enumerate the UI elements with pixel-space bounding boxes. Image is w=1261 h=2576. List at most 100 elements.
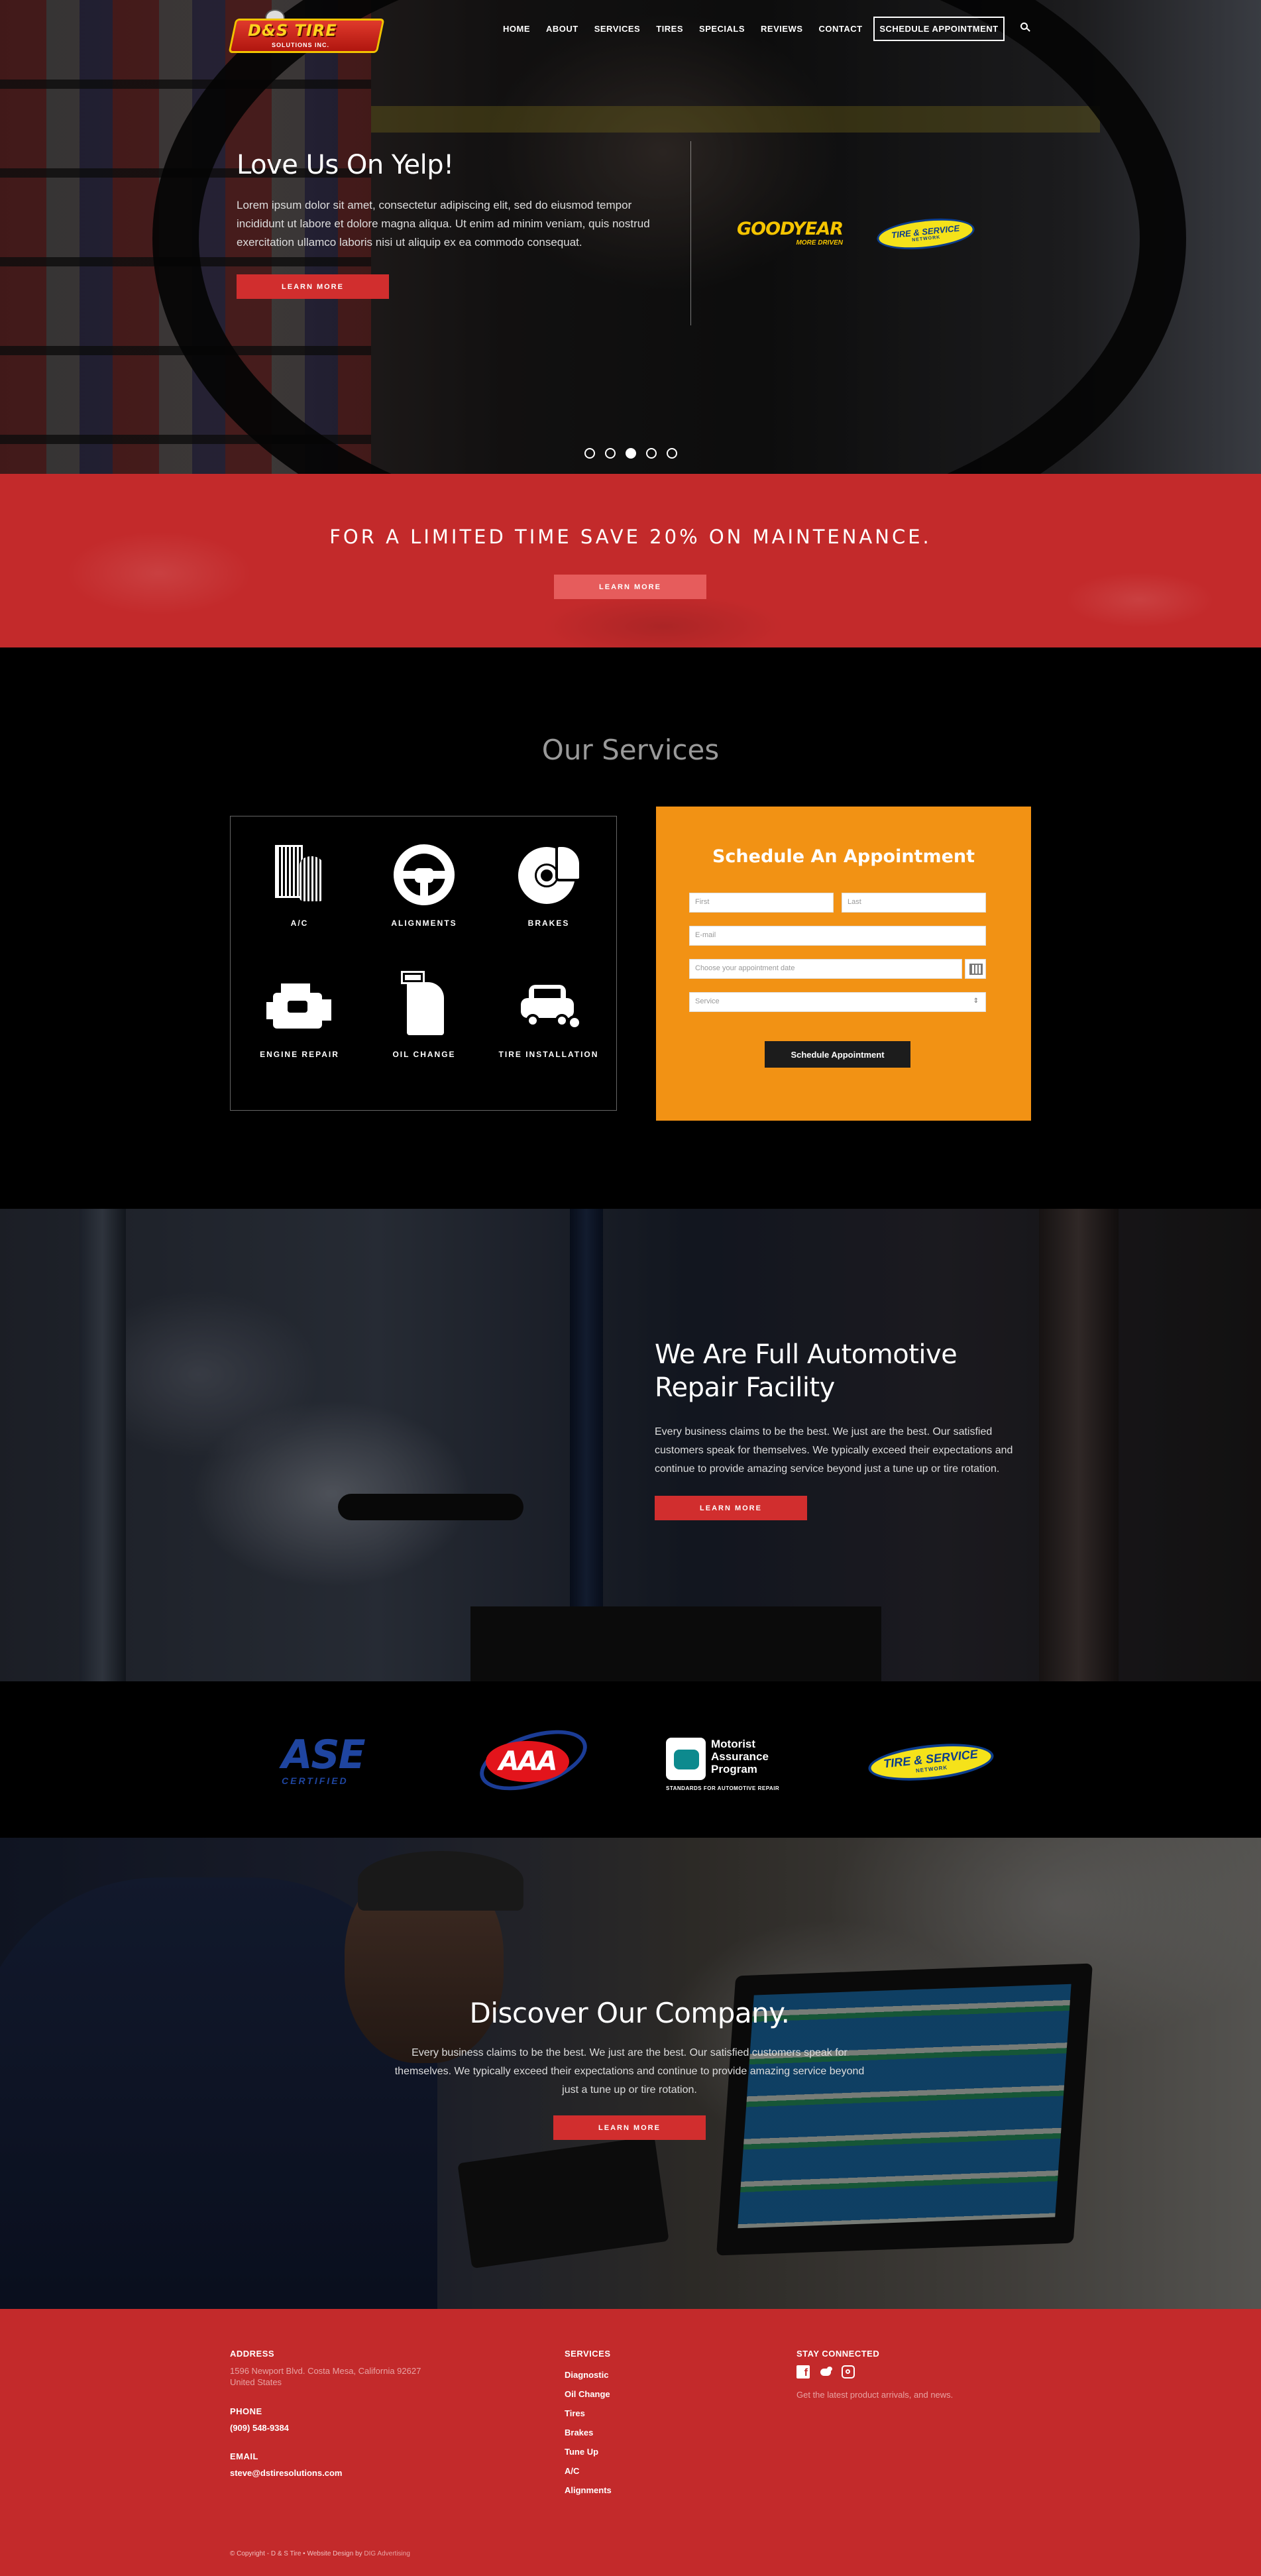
address-line: 1596 Newport Blvd. Costa Mesa, Californi… bbox=[230, 2366, 421, 2376]
email-field[interactable]: E-mail bbox=[689, 926, 986, 946]
service-select-value: Service bbox=[695, 997, 720, 1005]
email-link[interactable]: steve@dstiresolutions.com bbox=[230, 2468, 495, 2478]
car-tire-icon bbox=[516, 973, 582, 1039]
nav-item-reviews[interactable]: REVIEWS bbox=[753, 24, 810, 34]
schedule-appointment-submit[interactable]: Schedule Appointment bbox=[765, 1041, 910, 1068]
services-section: Our Services A/C ALIGNMENTS BRAKES ENGIN… bbox=[0, 647, 1261, 1209]
hero-section: D&S TIRE SOLUTIONS INC. HOME ABOUT SERVI… bbox=[0, 0, 1261, 474]
footer-connect-column: STAY CONNECTED f Get the latest product … bbox=[796, 2349, 1035, 2400]
aaa-oval: AAA bbox=[486, 1741, 569, 1782]
instagram-icon[interactable] bbox=[842, 2365, 855, 2379]
service-label: ALIGNMENTS bbox=[391, 919, 457, 928]
nav-item-services[interactable]: SERVICES bbox=[586, 24, 649, 34]
service-label: BRAKES bbox=[527, 919, 570, 928]
facility-overlay bbox=[0, 1209, 1261, 1681]
facility-text: Every business claims to be the best. We… bbox=[655, 1426, 1013, 1475]
social-links: f bbox=[796, 2365, 1035, 2379]
service-label: ENGINE REPAIR bbox=[260, 1050, 339, 1059]
discover-section: Discover Our Company. Every business cla… bbox=[0, 1838, 1261, 2309]
brake-disc-icon bbox=[516, 842, 582, 908]
promo-background bbox=[0, 474, 1261, 647]
discover-learn-more-button[interactable]: LEARN MORE bbox=[553, 2115, 706, 2140]
footer-link-brakes[interactable]: Brakes bbox=[565, 2423, 763, 2442]
promo-learn-more-button[interactable]: LEARN MORE bbox=[554, 575, 706, 599]
designer-link[interactable]: DIG Advertising bbox=[364, 2550, 410, 2557]
tire-service-network-logo: TIRE & SERVICE NETWORK bbox=[866, 1738, 996, 1786]
service-label: TIRE INSTALLATION bbox=[498, 1050, 599, 1059]
services-grid: A/C ALIGNMENTS BRAKES ENGINE REPAIR OIL … bbox=[230, 816, 617, 1111]
address-country: United States bbox=[230, 2377, 282, 2387]
footer-link-tune-up[interactable]: Tune Up bbox=[565, 2442, 763, 2461]
discover-title: Discover Our Company. bbox=[469, 1997, 790, 2029]
facility-learn-more-button[interactable]: LEARN MORE bbox=[655, 1496, 807, 1520]
site-logo[interactable]: D&S TIRE SOLUTIONS INC. bbox=[228, 9, 385, 57]
select-caret-icon: ⇕ bbox=[973, 997, 979, 1005]
aaa-logo: AAA bbox=[472, 1718, 594, 1803]
discover-content: Discover Our Company. Every business cla… bbox=[391, 1997, 868, 2140]
footer-link-oil-change[interactable]: Oil Change bbox=[565, 2384, 763, 2404]
service-select[interactable]: Service ⇕ bbox=[689, 992, 986, 1012]
phone-heading: PHONE bbox=[230, 2406, 262, 2416]
oil-can-icon bbox=[391, 971, 457, 1039]
facebook-icon[interactable]: f bbox=[796, 2365, 810, 2379]
first-name-field[interactable]: First bbox=[689, 893, 834, 913]
map-logo-line: Assurance bbox=[711, 1750, 769, 1763]
goodyear-logo: GOODYEAR MORE DRIVEN bbox=[737, 219, 863, 249]
footer-link-tires[interactable]: Tires bbox=[565, 2404, 763, 2423]
appointment-form: Schedule An Appointment First Last E-mai… bbox=[656, 807, 1031, 1121]
service-label: A/C bbox=[290, 919, 309, 928]
slider-dot-active[interactable] bbox=[626, 448, 636, 459]
slider-pagination bbox=[584, 448, 677, 459]
footer-link-alignments[interactable]: Alignments bbox=[565, 2481, 763, 2500]
last-name-field[interactable]: Last bbox=[842, 893, 986, 913]
discover-text: Every business claims to be the best. We… bbox=[394, 2047, 865, 2096]
services-heading: SERVICES bbox=[565, 2349, 611, 2359]
hero-content: Love Us On Yelp! Lorem ipsum dolor sit a… bbox=[237, 150, 661, 299]
calendar-icon[interactable] bbox=[965, 959, 986, 979]
nav-item-about[interactable]: ABOUT bbox=[538, 24, 586, 34]
hero-text: Lorem ipsum dolor sit amet, consectetur … bbox=[237, 199, 650, 249]
facility-section: We Are Full Automotive Repair Facility E… bbox=[0, 1209, 1261, 1681]
appointment-date-field[interactable]: Choose your appointment date bbox=[689, 959, 962, 979]
map-logo-text: Motorist Assurance Program bbox=[711, 1738, 769, 1775]
search-icon[interactable] bbox=[1020, 23, 1031, 33]
goodyear-tagline: MORE DRIVEN bbox=[796, 239, 843, 247]
nav-item-home[interactable]: HOME bbox=[495, 24, 538, 34]
footer-link-ac[interactable]: A/C bbox=[565, 2461, 763, 2481]
goodyear-logo-text: GOODYEAR bbox=[737, 219, 844, 239]
schedule-appointment-button[interactable]: SCHEDULE APPOINTMENT bbox=[873, 17, 1005, 41]
footer-link-diagnostic[interactable]: Diagnostic bbox=[565, 2365, 763, 2384]
slider-dot[interactable] bbox=[605, 448, 616, 459]
address-heading: ADDRESS bbox=[230, 2349, 275, 2359]
nav-item-contact[interactable]: CONTACT bbox=[811, 24, 871, 34]
slider-dot[interactable] bbox=[646, 448, 657, 459]
twitter-icon[interactable] bbox=[819, 2365, 832, 2379]
service-item-oil-change[interactable]: OIL CHANGE bbox=[364, 971, 484, 1059]
footer-services-column: SERVICES Diagnostic Oil Change Tires Bra… bbox=[565, 2349, 763, 2500]
services-title: Our Services bbox=[541, 734, 720, 766]
footer-services-list: Diagnostic Oil Change Tires Brakes Tune … bbox=[565, 2365, 763, 2500]
nav-item-tires[interactable]: TIRES bbox=[648, 24, 691, 34]
map-logo-line: Motorist bbox=[711, 1738, 756, 1750]
nav-item-specials[interactable]: SPECIALS bbox=[691, 24, 753, 34]
motorist-assurance-program-logo: Motorist Assurance Program STANDARDS FOR… bbox=[666, 1738, 795, 1792]
copyright-text: © Copyright - D & S Tire • Website Desig… bbox=[230, 2550, 410, 2557]
service-item-ac[interactable]: A/C bbox=[240, 842, 359, 928]
aaa-logo-text: AAA bbox=[498, 1746, 558, 1777]
slider-dot[interactable] bbox=[667, 448, 677, 459]
phone-number[interactable]: (909) 548-9384 bbox=[230, 2423, 495, 2433]
hero-learn-more-button[interactable]: LEARN MORE bbox=[237, 274, 389, 299]
service-item-brakes[interactable]: BRAKES bbox=[489, 842, 608, 928]
service-item-alignments[interactable]: ALIGNMENTS bbox=[364, 842, 484, 928]
map-car-icon bbox=[666, 1738, 706, 1780]
facility-title: We Are Full Automotive Repair Facility bbox=[655, 1339, 958, 1403]
service-item-engine-repair[interactable]: ENGINE REPAIR bbox=[240, 973, 359, 1059]
facility-content: We Are Full Automotive Repair Facility E… bbox=[655, 1338, 1026, 1520]
hero-title: Love Us On Yelp! bbox=[237, 150, 454, 180]
logo-text: D&S TIRE bbox=[248, 21, 337, 40]
promo-title: FOR A LIMITED TIME SAVE 20% ON MAINTENAN… bbox=[329, 526, 932, 548]
footer-contact-column: ADDRESS 1596 Newport Blvd. Costa Mesa, C… bbox=[230, 2349, 495, 2478]
service-item-tire-installation[interactable]: TIRE INSTALLATION bbox=[489, 973, 608, 1059]
footer: ADDRESS 1596 Newport Blvd. Costa Mesa, C… bbox=[0, 2309, 1261, 2576]
slider-dot[interactable] bbox=[584, 448, 595, 459]
